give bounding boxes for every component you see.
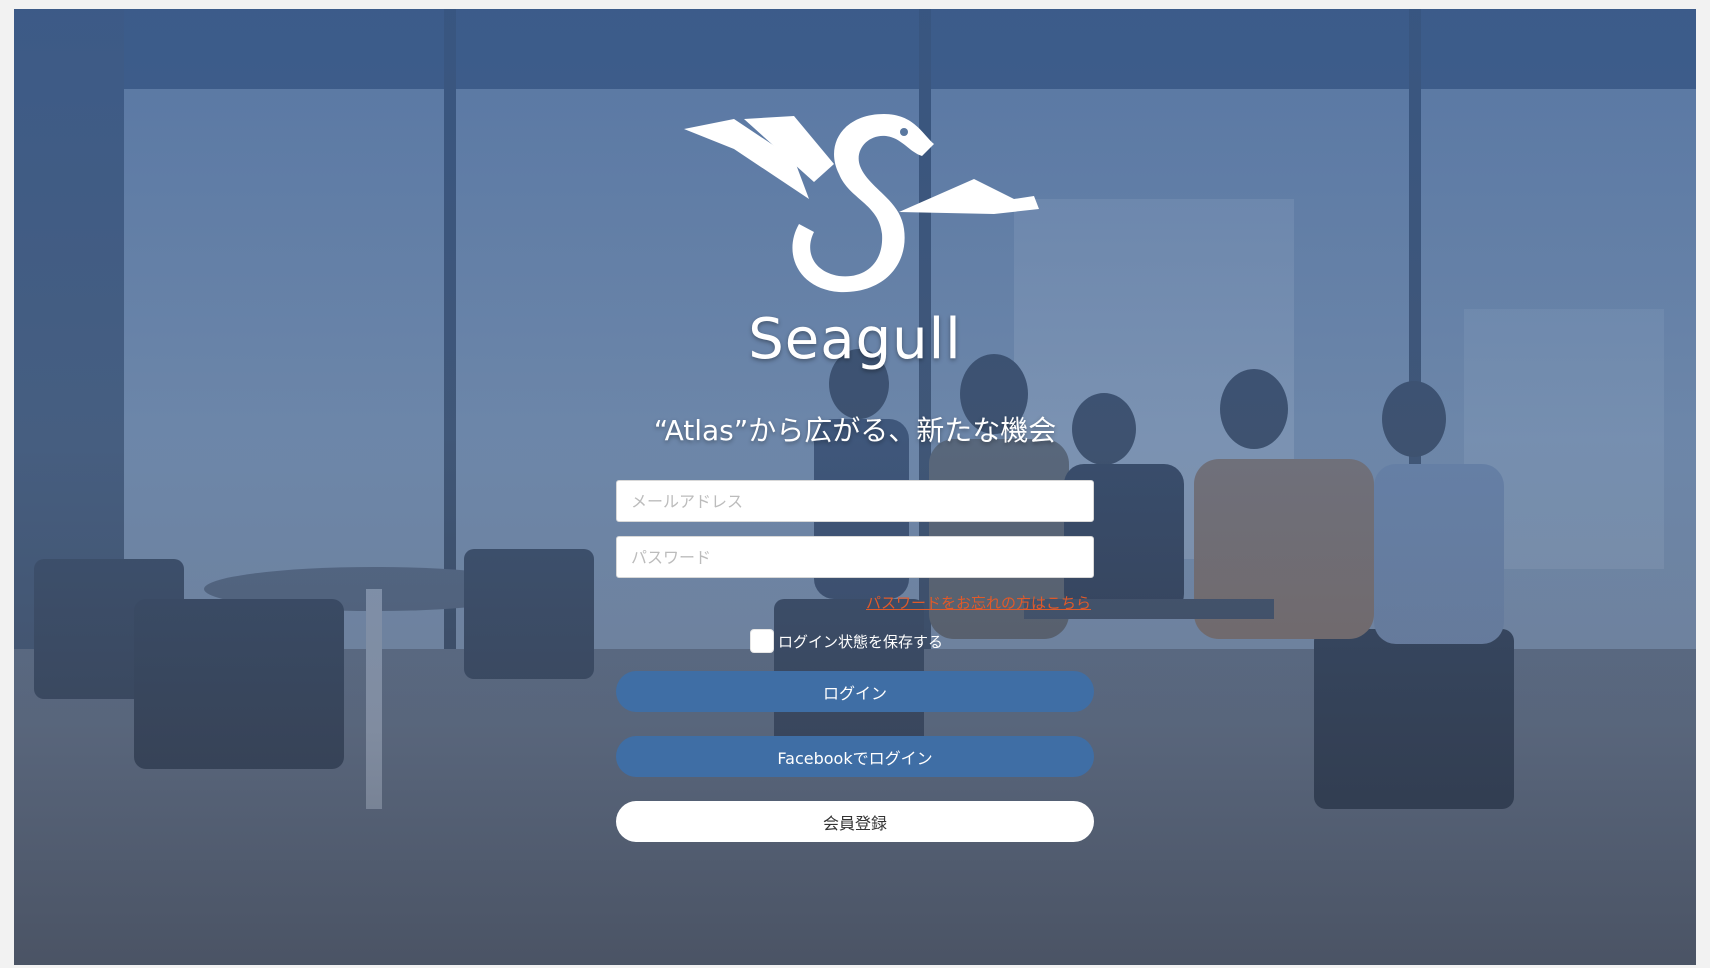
remember-checkbox[interactable] xyxy=(750,629,774,653)
register-button[interactable]: 会員登録 xyxy=(616,801,1094,842)
email-field[interactable] xyxy=(616,480,1094,522)
brand-name: Seagull xyxy=(748,307,962,372)
facebook-login-button[interactable]: Facebookでログイン xyxy=(616,736,1094,777)
login-screen: Seagull “Atlas”から広がる、新たな機会 パスワードをお忘れの方はこ… xyxy=(14,9,1696,965)
login-button[interactable]: ログイン xyxy=(616,671,1094,712)
remember-me[interactable]: ログイン状態を保存する xyxy=(750,629,943,653)
seagull-logo-icon xyxy=(684,114,1039,293)
forgot-password-link[interactable]: パスワードをお忘れの方はこちら xyxy=(866,592,1091,613)
password-field[interactable] xyxy=(616,536,1094,578)
tagline: “Atlas”から広がる、新たな機会 xyxy=(653,414,1057,447)
remember-label: ログイン状態を保存する xyxy=(778,632,944,651)
